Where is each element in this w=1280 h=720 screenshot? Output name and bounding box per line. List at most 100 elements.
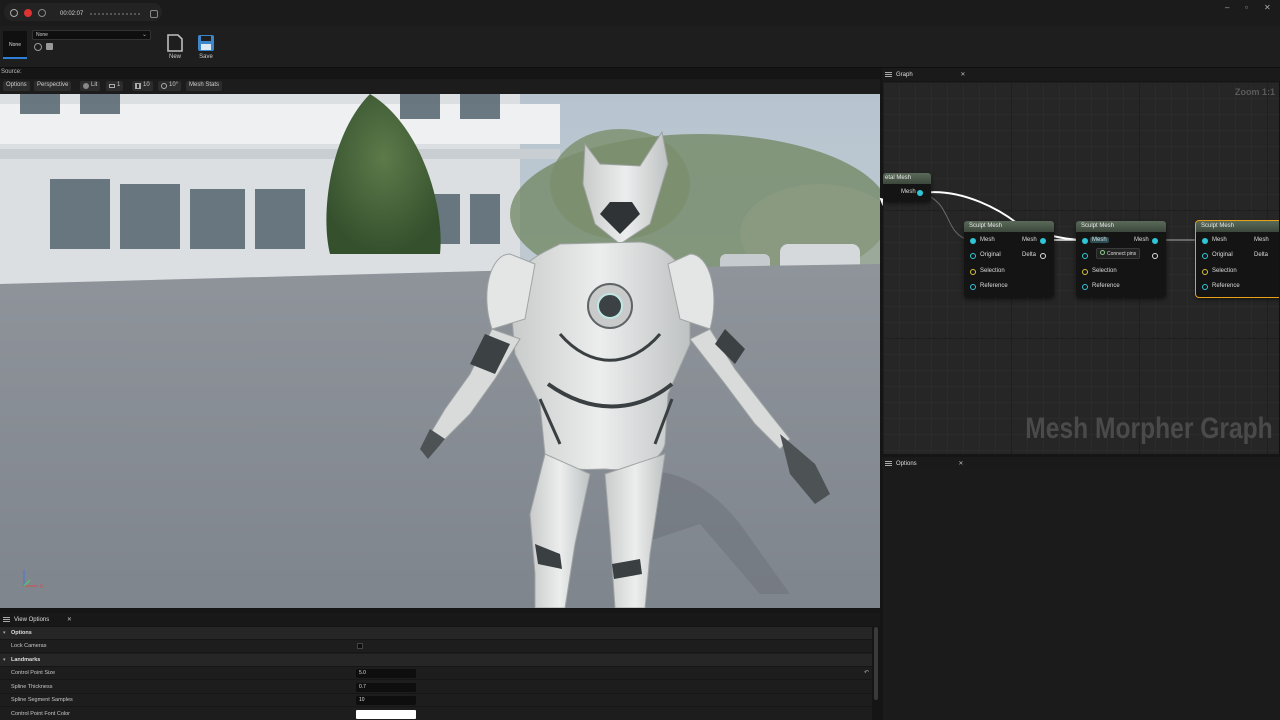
browse-icon[interactable]	[34, 43, 42, 51]
mesh-in-label: Mesh	[1212, 237, 1227, 243]
tab-options[interactable]: Options ✕	[882, 458, 967, 470]
node-graph-canvas[interactable]: Zoom 1:1 etal Mesh Mesh Sculpt Mesh Mesh…	[883, 82, 1280, 454]
options-panel-tabbar: Options ✕	[882, 457, 1280, 470]
asset-thumbnail[interactable]: None	[3, 31, 27, 59]
category-options[interactable]: ▾ Options	[0, 627, 872, 640]
original-in-pin[interactable]	[1202, 253, 1208, 259]
stop-icon[interactable]	[24, 9, 32, 17]
axis-gizmo-icon: x	[23, 570, 43, 590]
lock-cameras-checkbox[interactable]	[357, 643, 363, 649]
reference-in-pin[interactable]	[1082, 284, 1088, 290]
spline-thickness-input[interactable]: 0.7	[356, 683, 416, 692]
rotation-snap-value: 10°	[169, 82, 179, 88]
viewport-toolbar: Options Perspective Lit 1 10 10° Mesh St…	[0, 79, 880, 94]
selection-in-label: Selection	[1212, 268, 1237, 274]
reset-icon[interactable]: ↶	[864, 669, 869, 676]
mesh-out-pin[interactable]	[1152, 238, 1158, 244]
lit-button[interactable]: Lit	[80, 81, 101, 91]
selection-in-pin[interactable]	[1082, 269, 1088, 275]
save-label: Save	[199, 54, 213, 60]
new-button[interactable]: New	[162, 33, 188, 60]
minimize-icon[interactable]: –	[1225, 3, 1229, 12]
skeletal-mesh-out-pin-label: Mesh	[901, 189, 916, 195]
save-button[interactable]: Save	[193, 33, 219, 60]
category-label: Landmarks	[11, 657, 41, 663]
property-label: Spline Thickness	[11, 684, 53, 690]
3d-viewport[interactable]	[0, 94, 880, 608]
perspective-button[interactable]: Perspective	[34, 81, 72, 91]
sculpt-mesh-node-title: Sculpt Mesh	[964, 221, 1054, 232]
asset-picker-value: None	[36, 32, 48, 38]
property-label: Control Point Font Color	[11, 711, 70, 717]
sculpt-mesh-node[interactable]: Sculpt Mesh Mesh Selection Reference Mes…	[1076, 221, 1166, 297]
chevron-down-icon: ⌄	[141, 32, 147, 38]
asset-picker[interactable]: None ⌄	[32, 30, 151, 40]
recorder-expand-icon[interactable]	[150, 10, 158, 18]
row-lock-cameras: Lock Cameras	[0, 640, 872, 653]
font-color-swatch[interactable]	[356, 710, 416, 719]
viewport-options-button[interactable]: Options	[3, 81, 30, 91]
connect-pins-tooltip: Connect pins	[1096, 248, 1141, 259]
expand-arrow-icon: ▾	[3, 630, 6, 636]
mesh-in-pin[interactable]	[970, 238, 976, 244]
grid-snap-button[interactable]: 10	[132, 81, 153, 91]
row-spline-segment-samples: Spline Segment Samples 10	[0, 694, 872, 707]
tab-view-options[interactable]: View Options ✕	[0, 614, 76, 626]
options-panel	[883, 470, 1280, 720]
camera-speed-button[interactable]: 1	[106, 81, 124, 91]
close-icon[interactable]: ✕	[960, 72, 965, 78]
original-in-pin[interactable]	[1082, 253, 1088, 259]
category-landmarks[interactable]: ▾ Landmarks	[0, 654, 872, 667]
mesh-stats-button[interactable]: Mesh Stats	[186, 81, 223, 91]
check-icon	[1100, 250, 1105, 255]
tab-graph[interactable]: Graph ✕	[882, 69, 969, 81]
camera-speed-value: 1	[117, 82, 121, 88]
sculpt-mesh-node-selected[interactable]: Sculpt Mesh Mesh Original Selection Refe…	[1195, 220, 1279, 298]
delta-out-pin[interactable]	[1152, 253, 1158, 259]
view-options-panel: ▾ Options Lock Cameras ▾ Landmarks Contr…	[0, 627, 872, 720]
maximize-icon[interactable]: ▫	[1245, 3, 1248, 12]
mesh-out-pin[interactable]	[917, 190, 923, 196]
mesh-out-pin[interactable]	[1040, 238, 1046, 244]
control-point-size-input[interactable]: 5.0	[356, 669, 416, 678]
save-icon	[198, 35, 214, 51]
sculpt-mesh-node[interactable]: Sculpt Mesh Mesh Original Selection Refe…	[964, 221, 1054, 297]
mesh-in-pin[interactable]	[1082, 238, 1088, 244]
original-in-pin[interactable]	[970, 253, 976, 259]
connect-pins-text: Connect pins	[1107, 251, 1137, 257]
skeletal-mesh-node[interactable]: etal Mesh Mesh	[883, 173, 931, 201]
play-icon[interactable]	[38, 9, 46, 17]
graph-tab-label: Graph	[896, 72, 913, 78]
selection-in-pin[interactable]	[1202, 269, 1208, 275]
mesh-in-pin[interactable]	[1202, 238, 1208, 244]
skeletal-mesh-node-title: etal Mesh	[883, 173, 931, 184]
close-icon[interactable]: ✕	[67, 617, 72, 623]
use-selected-icon[interactable]	[46, 43, 53, 50]
grid-size-value: 10	[143, 82, 150, 88]
svg-text:x: x	[40, 584, 43, 590]
record-settings-icon[interactable]	[10, 9, 18, 17]
rotation-snap-button[interactable]: 10°	[158, 81, 182, 91]
graph-panel-tabbar: Graph ✕	[882, 68, 1280, 81]
view-options-tabbar: View Options ✕	[0, 613, 880, 626]
category-label: Options	[11, 630, 32, 636]
close-icon[interactable]: ✕	[958, 461, 963, 467]
selection-in-pin[interactable]	[970, 269, 976, 275]
selection-in-label: Selection	[1092, 268, 1117, 274]
reference-in-pin[interactable]	[970, 284, 976, 290]
mesh-in-label: Mesh	[980, 237, 995, 243]
mesh-out-label: Mesh	[1134, 237, 1149, 243]
spline-segment-samples-input[interactable]: 10	[356, 696, 416, 705]
sculpt-mesh-node-title: Sculpt Mesh	[1076, 221, 1166, 232]
delta-out-pin[interactable]	[1040, 253, 1046, 259]
delta-out-label: Delta	[1022, 252, 1037, 258]
property-label: Control Point Size	[11, 670, 56, 676]
mesh-out-label: Mesh	[1254, 237, 1269, 243]
expand-arrow-icon: ▾	[3, 657, 6, 663]
source-label: Source:	[1, 69, 22, 75]
view-options-scrollbar[interactable]	[874, 627, 878, 700]
reference-in-pin[interactable]	[1202, 284, 1208, 290]
close-window-icon[interactable]: ✕	[1264, 3, 1271, 12]
recording-time: 00:02:07	[60, 11, 84, 17]
sculpt-mesh-node-title: Sculpt Mesh	[1196, 221, 1279, 232]
